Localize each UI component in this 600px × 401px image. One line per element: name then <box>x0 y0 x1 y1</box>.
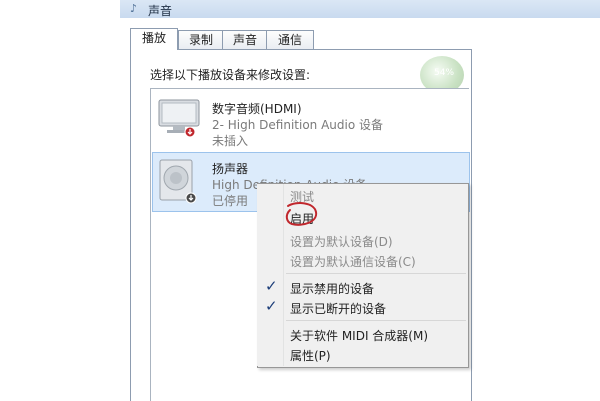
device-status: 已停用 <box>212 194 249 208</box>
menu-gutter <box>257 184 284 366</box>
speaker-app-icon: ♪ <box>130 2 138 15</box>
menu-item-show-disabled[interactable]: 显示禁用的设备 <box>290 280 374 297</box>
instruction-text: 选择以下播放设备来修改设置: <box>150 68 311 82</box>
device-status: 未插入 <box>212 134 249 148</box>
tab-recording[interactable]: 录制 <box>178 30 224 49</box>
tab-strip: 播放 录制 声音 通信 <box>130 28 460 50</box>
window-title: 声音 <box>148 4 173 18</box>
volume-badge-text: 54% <box>434 68 455 78</box>
menu-item-about-midi[interactable]: 关于软件 MIDI 合成器(M) <box>290 327 428 344</box>
menu-separator <box>286 320 466 321</box>
device-name: 扬声器 <box>212 162 249 176</box>
tab-sounds[interactable]: 声音 <box>222 30 268 49</box>
menu-separator <box>286 273 466 274</box>
tab-playback[interactable]: 播放 <box>130 28 178 50</box>
monitor-icon <box>157 98 201 138</box>
checkmark-icon: ✓ <box>265 297 278 315</box>
menu-item-show-disconnected[interactable]: 显示已断开的设备 <box>290 300 386 317</box>
checkmark-icon: ✓ <box>265 277 278 295</box>
device-name: 数字音频(HDMI) <box>212 102 302 116</box>
menu-item-set-default[interactable]: 设置为默认设备(D) <box>290 233 393 250</box>
menu-item-set-default-comm[interactable]: 设置为默认通信设备(C) <box>290 253 416 270</box>
red-circle-annotation <box>282 200 322 230</box>
title-bar[interactable] <box>120 0 600 18</box>
speaker-icon <box>157 158 197 204</box>
device-description: 2- High Definition Audio 设备 <box>212 118 384 132</box>
menu-item-properties[interactable]: 属性(P) <box>290 347 331 364</box>
tab-communications[interactable]: 通信 <box>266 30 314 49</box>
